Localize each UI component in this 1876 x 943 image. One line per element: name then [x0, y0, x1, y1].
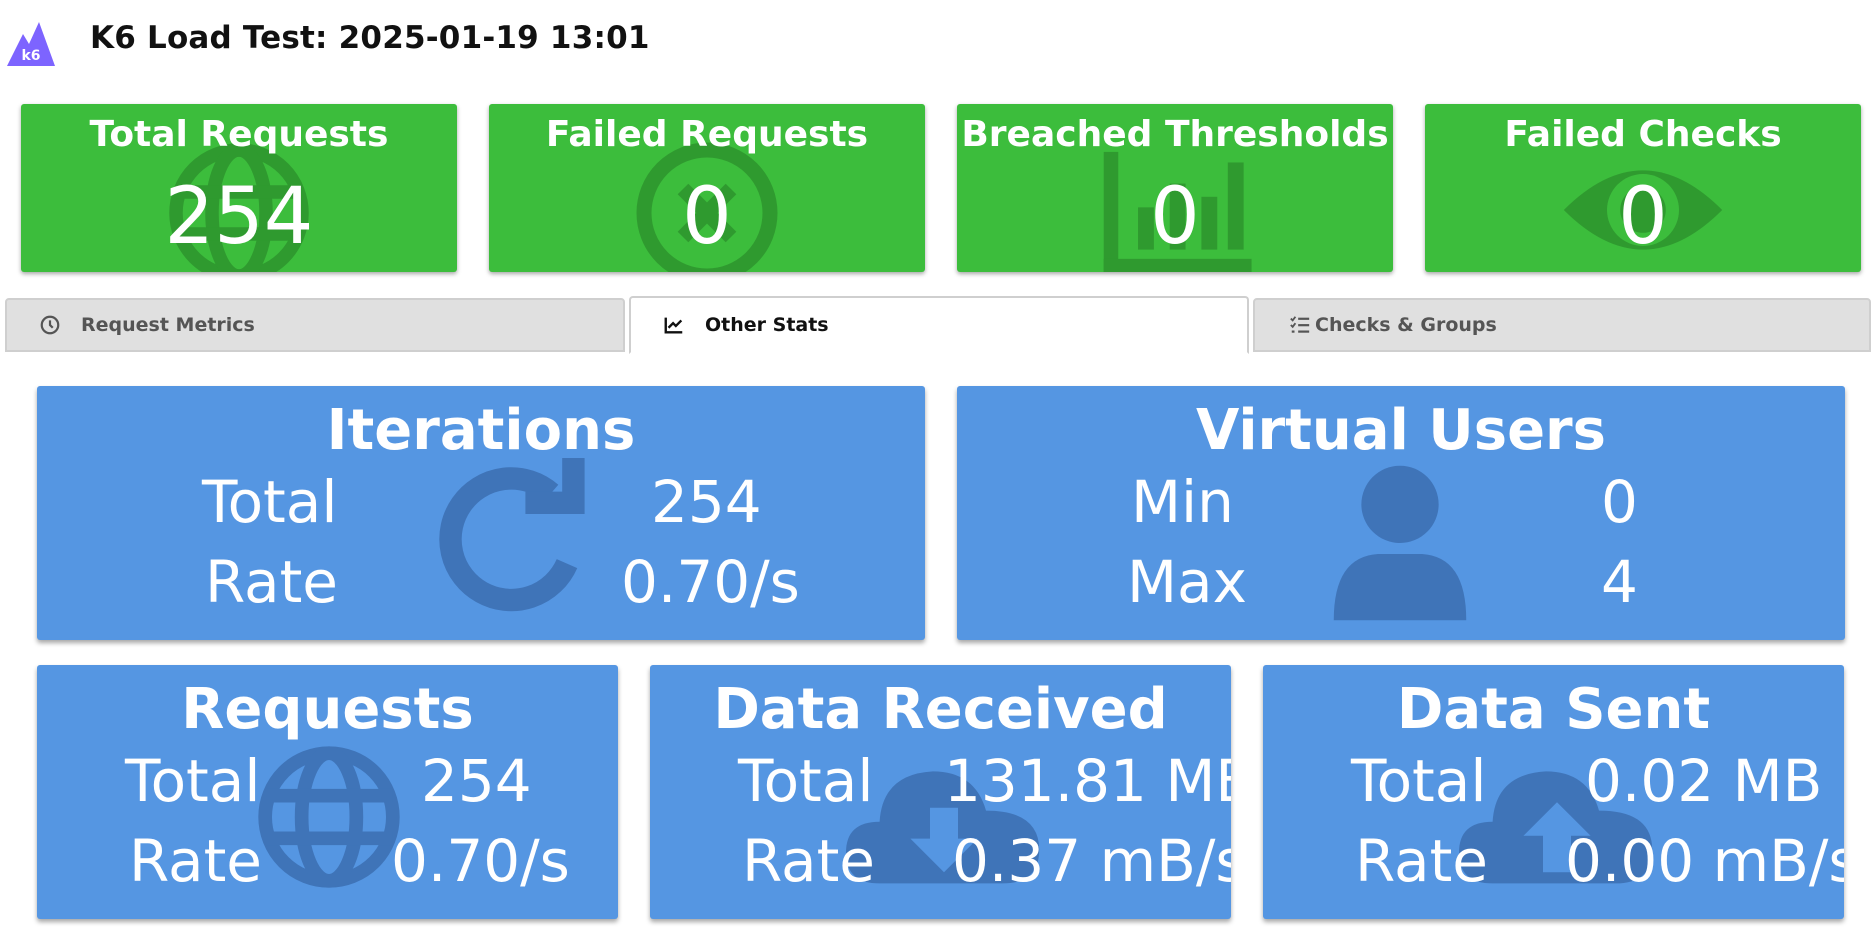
failed-checks-tile: Failed Checks 0 [1425, 104, 1861, 272]
row-value: 0 [1601, 468, 1638, 536]
row-value: 0.02 MB [1585, 747, 1823, 815]
tab-checks-groups[interactable]: Checks & Groups [1253, 298, 1871, 352]
row-value: 0.00 mB/s [1565, 827, 1844, 895]
row-value: 0.37 mB/s [952, 827, 1231, 895]
tab-bar: Request Metrics Other Stats Checks & Gro… [5, 296, 1871, 354]
user-icon [1333, 465, 1467, 621]
page-title: K6 Load Test: 2025-01-19 13:01 [90, 20, 650, 56]
logo-text: k6 [21, 48, 40, 64]
globe-icon [258, 746, 400, 888]
checklist-icon [1290, 316, 1310, 333]
tab-label: Other Stats [705, 314, 829, 336]
tile-value: 0 [1618, 172, 1668, 262]
total-requests-tile: Total Requests 254 [21, 104, 457, 272]
clock-icon [40, 315, 60, 335]
tab-label: Checks & Groups [1315, 314, 1497, 336]
row-value: 131.81 MB [944, 747, 1231, 815]
tab-label: Request Metrics [81, 314, 255, 336]
row-value: 0.70/s [391, 827, 570, 895]
data-received-card: Data Received Total 131.81 MB Rate 0.37 … [650, 665, 1231, 919]
row-value: 0.70/s [621, 548, 800, 616]
failed-requests-tile: Failed Requests 0 [489, 104, 925, 272]
row-label: Total [738, 747, 874, 815]
tile-label: Total Requests [89, 114, 389, 155]
row-value: 254 [421, 747, 532, 815]
card-title: Requests [181, 677, 474, 742]
data-sent-card: Data Sent Total 0.02 MB Rate 0.00 mB/s [1263, 665, 1844, 919]
tile-label: Failed Requests [545, 114, 869, 155]
tile-value: 254 [164, 172, 314, 262]
tile-label: Breached Thresholds [961, 114, 1389, 155]
virtual-users-card: Virtual Users Min 0 Max 4 [957, 386, 1845, 640]
row-label: Max [1127, 548, 1247, 616]
row-label: Rate [205, 548, 338, 616]
refresh-icon [439, 458, 585, 612]
tile-value: 0 [682, 172, 732, 262]
line-chart-icon [664, 317, 683, 334]
row-value: 254 [651, 468, 762, 536]
row-value: 4 [1601, 548, 1638, 616]
row-label: Rate [1355, 827, 1488, 895]
header: k6 K6 Load Test: 2025-01-19 13:01 [0, 0, 1876, 88]
row-label: Rate [129, 827, 262, 895]
tile-value: 0 [1150, 172, 1200, 262]
k6-logo: k6 [7, 22, 55, 66]
card-title: Data Sent [1396, 677, 1711, 742]
tab-other-stats[interactable]: Other Stats [629, 296, 1249, 354]
row-label: Total [202, 468, 338, 536]
card-title: Data Received [713, 677, 1168, 742]
iterations-card: Iterations Total 254 Rate 0.70/s [37, 386, 925, 640]
tab-request-metrics[interactable]: Request Metrics [5, 298, 625, 352]
card-title: Virtual Users [1195, 398, 1607, 463]
requests-card: Requests Total 254 Rate 0.70/s [37, 665, 618, 919]
row-label: Rate [742, 827, 875, 895]
breached-thresholds-tile: Breached Thresholds 0 [957, 104, 1393, 272]
row-label: Min [1131, 468, 1234, 536]
card-title: Iterations [326, 398, 636, 463]
row-label: Total [1351, 747, 1487, 815]
row-label: Total [125, 747, 261, 815]
tile-label: Failed Checks [1504, 114, 1782, 155]
